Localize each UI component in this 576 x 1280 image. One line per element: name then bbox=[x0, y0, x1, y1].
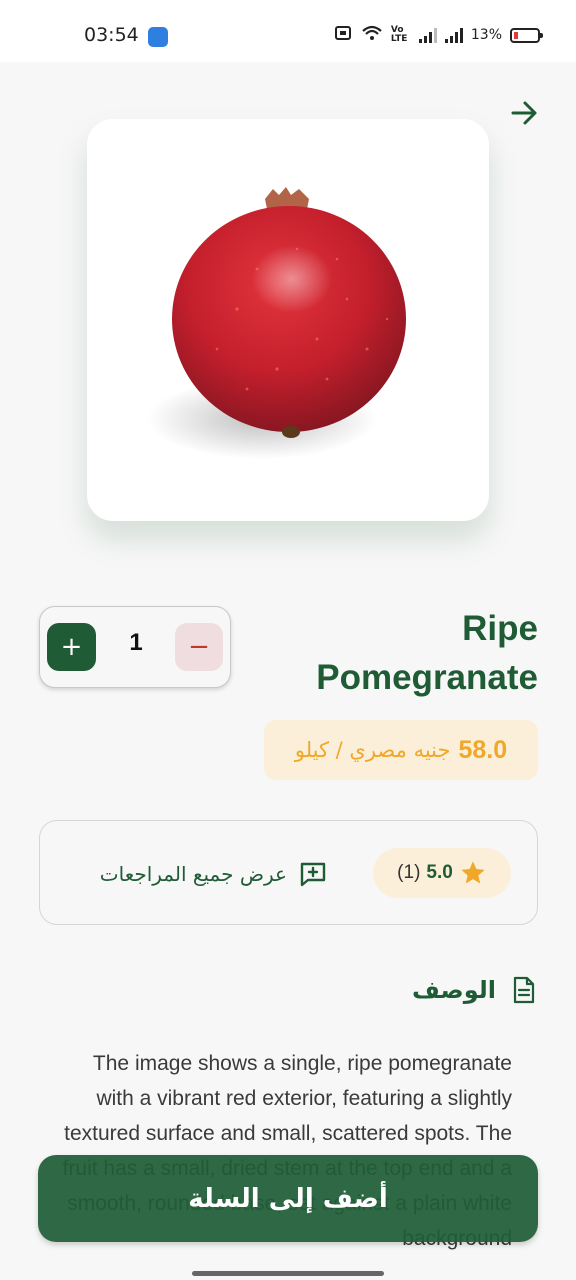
price-badge: 58.0 جنيه مصري / كيلو bbox=[264, 720, 538, 780]
view-all-reviews-label: عرض جميع المراجعات bbox=[99, 862, 287, 886]
wifi-icon bbox=[361, 25, 383, 45]
price-unit: جنيه مصري / كيلو bbox=[294, 738, 451, 762]
back-button[interactable] bbox=[508, 96, 542, 130]
decrease-quantity-button[interactable]: − bbox=[175, 623, 223, 671]
rating-count: (1) bbox=[397, 862, 421, 883]
status-icons: Vo LTE 13% bbox=[334, 25, 543, 45]
price-value: 58.0 bbox=[458, 735, 508, 764]
add-to-cart-button[interactable]: أضف إلى السلة bbox=[38, 1155, 538, 1242]
reviews-card: (1) 5.0 عرض جميع المراجعات bbox=[39, 820, 538, 925]
arrow-right-icon bbox=[511, 101, 537, 125]
star-icon bbox=[461, 861, 485, 884]
status-time: 03:54 bbox=[84, 24, 139, 46]
volte-label: Vo LTE bbox=[390, 25, 408, 44]
app-notification-icon bbox=[148, 27, 168, 47]
document-icon bbox=[513, 976, 535, 1004]
rating-badge[interactable]: (1) 5.0 bbox=[373, 848, 511, 898]
description-header: الوصف bbox=[412, 970, 536, 1010]
pomegranate-image bbox=[147, 187, 406, 459]
description-title: الوصف bbox=[411, 976, 496, 1004]
view-all-reviews-link[interactable]: عرض جميع المراجعات bbox=[78, 857, 327, 891]
add-comment-icon bbox=[300, 862, 326, 887]
status-bar: 03:54 Vo LTE 13% bbox=[0, 0, 576, 62]
quantity-stepper: + 1 − bbox=[39, 606, 231, 688]
battery-icon bbox=[510, 27, 543, 43]
home-indicator[interactable] bbox=[192, 1271, 384, 1276]
increase-quantity-button[interactable]: + bbox=[47, 623, 96, 671]
signal-icon-1 bbox=[418, 27, 437, 43]
add-to-cart-label: أضف إلى السلة bbox=[188, 1183, 388, 1214]
quantity-value: 1 bbox=[129, 629, 143, 656]
signal-icon-2 bbox=[444, 27, 463, 43]
product-image-card bbox=[87, 119, 489, 521]
rating-value: 5.0 bbox=[426, 862, 453, 883]
product-title: Ripe Pomegranate bbox=[316, 609, 538, 697]
battery-percent: 13% bbox=[470, 27, 502, 43]
sim-card-icon bbox=[334, 25, 353, 45]
